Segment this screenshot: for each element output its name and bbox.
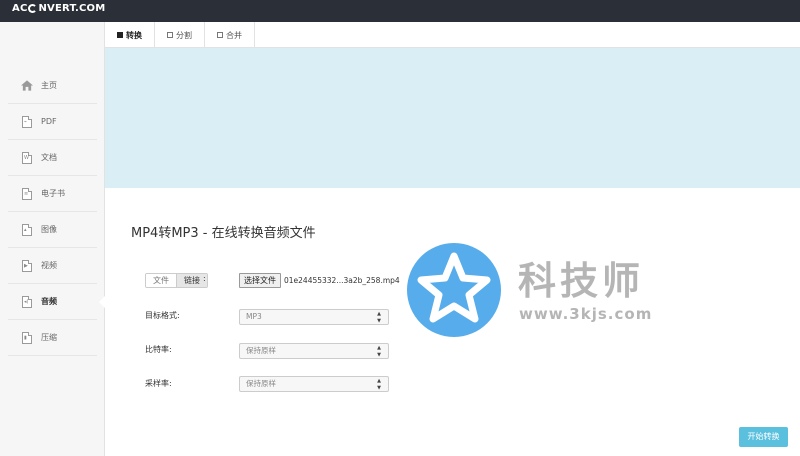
sidebar-item-label: 主页 [41,81,57,90]
sidebar-item-video[interactable]: ▶ 视频 [8,248,97,284]
logo-refresh-icon [28,4,38,13]
start-convert-button[interactable]: 开始转换 [739,427,788,447]
checkbox-filled-icon [117,32,123,38]
page-title: MP4转MP3 - 在线转换音频文件 [131,226,316,241]
target-format-select[interactable]: MP3 ▲ ▼ [239,309,389,325]
top-navbar: AC NVERT.COM [0,0,800,22]
archive-file-icon: ▮ [21,331,33,344]
bitrate-label: 比特率: [145,345,172,354]
home-icon [21,79,33,92]
tab-label: 合并 [226,30,242,40]
tab-merge[interactable]: 合并 [205,22,255,48]
choose-file-button[interactable]: 选择文件 [239,273,281,288]
logo-text-right: NVERT.COM [38,3,106,14]
watermark-url: www.3kjs.com [519,305,653,323]
tool-tabs: 转换 分割 合并 [105,22,800,48]
tab-split[interactable]: 分割 [155,22,205,48]
sidebar-item-ebook[interactable]: ≡ 电子书 [8,176,97,212]
source-file-button[interactable]: 文件 [146,274,177,287]
pdf-file-icon: ⌁ [21,115,33,128]
sidebar-item-label: 压缩 [41,333,57,342]
sidebar-item-document[interactable]: W 文档 [8,140,97,176]
select-arrows-icon: ▲ ▼ [377,345,381,358]
ad-banner [105,48,800,188]
sidebar-item-image[interactable]: ▴ 图像 [8,212,97,248]
video-file-icon: ▶ [21,259,33,272]
sidebar-item-audio[interactable]: ◂) 音频 [8,284,106,320]
source-toggle: 文件 链接 [145,273,208,288]
tab-label: 转换 [126,30,142,40]
selected-file-name: 01e24455332...3a2b_258.mp4 [284,276,400,285]
image-file-icon: ▴ [21,223,33,236]
sidebar: 主页 ⌁ PDF W 文档 ≡ 电子书 ▴ 图像 ▶ 视频 ◂) 音频 ▮ 压缩 [0,22,106,456]
target-format-label: 目标格式: [145,311,180,320]
source-colon: : [203,274,206,283]
sidebar-item-label: 文档 [41,153,57,162]
sidebar-item-label: 音频 [41,297,57,306]
checkbox-empty-icon [217,32,223,38]
bitrate-select[interactable]: 保持原样 ▲ ▼ [239,343,389,359]
select-arrows-icon: ▲ ▼ [377,378,381,391]
watermark-text: 科技师 [518,259,645,303]
sample-rate-select[interactable]: 保持原样 ▲ ▼ [239,376,389,392]
ebook-icon: ≡ [21,187,33,200]
logo-text-left: AC [12,3,28,14]
sample-rate-label: 采样率: [145,379,172,388]
sidebar-item-pdf[interactable]: ⌁ PDF [8,104,97,140]
select-arrows-icon: ▲ ▼ [377,311,381,324]
sidebar-item-label: PDF [41,117,57,126]
word-file-icon: W [21,151,33,164]
tab-label: 分割 [176,30,192,40]
tab-convert[interactable]: 转换 [105,22,155,48]
sidebar-item-home[interactable]: 主页 [8,68,97,104]
select-value: MP3 [246,312,262,321]
checkbox-empty-icon [167,32,173,38]
sidebar-item-archive[interactable]: ▮ 压缩 [8,320,97,356]
audio-file-icon: ◂) [21,295,33,308]
sidebar-item-label: 视频 [41,261,57,270]
select-value: 保持原样 [246,379,276,388]
sidebar-item-label: 图像 [41,225,57,234]
select-value: 保持原样 [246,346,276,355]
site-logo[interactable]: AC NVERT.COM [12,3,105,14]
sidebar-item-label: 电子书 [41,189,65,198]
